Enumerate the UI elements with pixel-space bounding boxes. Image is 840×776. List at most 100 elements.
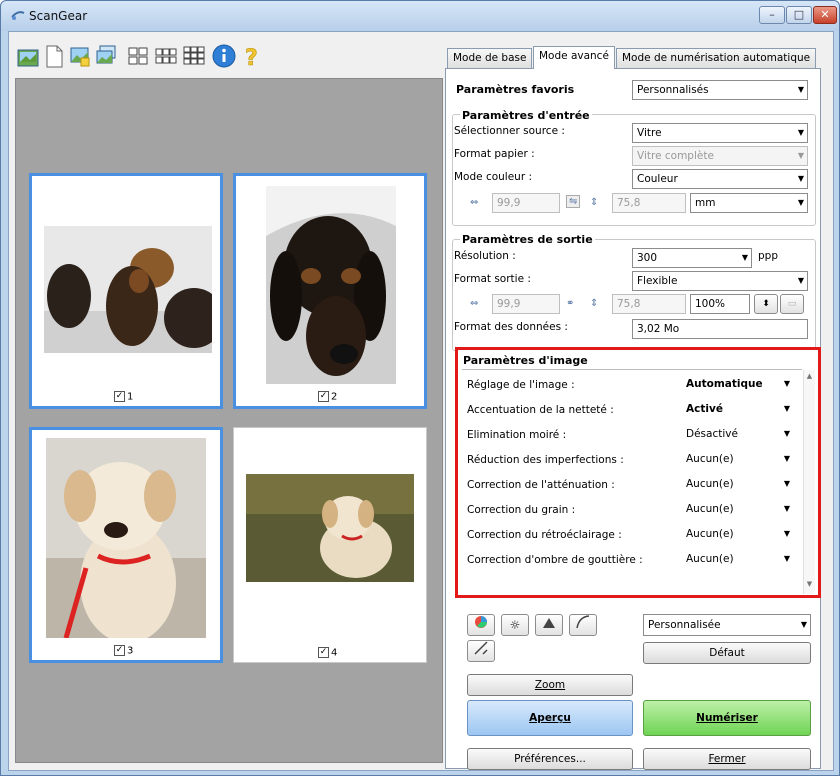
preview-button[interactable]: Aperçu xyxy=(467,700,633,736)
scanner-icon xyxy=(11,11,25,20)
unit-select[interactable]: mm ▼ xyxy=(690,193,808,213)
data-size-value: 3,02 Mo xyxy=(632,319,808,339)
image-setting-row: Correction du grain : Aucun(e) ▼ xyxy=(458,499,803,521)
color-balance-button[interactable] xyxy=(467,614,495,636)
minimize-button[interactable]: – xyxy=(759,6,785,24)
close-button[interactable]: Fermer xyxy=(643,748,811,770)
image-setting-row: Correction de l'atténuation : Aucun(e) ▼ xyxy=(458,474,803,496)
image-setting-value: Désactivé xyxy=(686,428,738,440)
image-setting-row: Réglage de l'image : Automatique ▼ xyxy=(458,374,803,396)
image-setting-select[interactable]: Aucun(e) ▼ xyxy=(681,474,794,494)
thumbnail-2-checkbox[interactable]: ✓ 2 xyxy=(318,390,337,402)
image-setting-select[interactable]: Aucun(e) ▼ xyxy=(681,549,794,569)
thumbnail-3-checkbox[interactable]: ✓ 3 xyxy=(114,644,133,656)
multi-image-icon[interactable] xyxy=(95,42,117,70)
link-icon[interactable]: ⚭ xyxy=(566,298,574,309)
paper-size-select[interactable]: Vitre complète ▼ xyxy=(632,146,808,166)
scan-icon[interactable] xyxy=(17,42,39,70)
scale-stepper[interactable]: ⬍ xyxy=(754,294,778,314)
data-size-label: Format des données : xyxy=(454,321,568,333)
tab-basic-mode[interactable]: Mode de base xyxy=(447,48,533,68)
image-setting-row: Accentuation de la netteté : Activé ▼ xyxy=(458,399,803,421)
tone-preset-select[interactable]: Personnalisée ▼ xyxy=(643,614,811,636)
thumbnail-4[interactable]: ✓ 4 xyxy=(233,427,427,663)
output-width-icon: ⇔ xyxy=(470,298,479,309)
image-setting-value: Aucun(e) xyxy=(686,503,734,515)
image-setting-label: Réglage de l'image : xyxy=(467,379,575,391)
color-mode-select[interactable]: Couleur ▼ xyxy=(632,169,808,189)
preview-area[interactable]: ✓ 1 ✓ 2 ✓ 3 ✓ 4 xyxy=(15,78,443,763)
tone-curve-button[interactable] xyxy=(569,614,597,636)
threshold-button[interactable] xyxy=(467,640,495,662)
thumbnails-9-icon[interactable] xyxy=(183,42,205,70)
preferences-button[interactable]: Préférences... xyxy=(467,748,633,770)
photo-labrador-grass xyxy=(246,474,414,582)
histogram-button[interactable] xyxy=(535,614,563,636)
output-options-icon[interactable]: ▭ xyxy=(780,294,804,314)
chevron-down-icon: ▼ xyxy=(783,379,790,388)
image-setting-value: Aucun(e) xyxy=(686,553,734,565)
favorites-select[interactable]: Personnalisés ▼ xyxy=(632,80,808,100)
output-size-select[interactable]: Flexible ▼ xyxy=(632,271,808,291)
maximize-button[interactable]: □ xyxy=(786,6,812,24)
close-window-button[interactable]: ✕ xyxy=(813,6,837,24)
source-select[interactable]: Vitre ▼ xyxy=(632,123,808,143)
title-bar[interactable]: ScanGear – □ ✕ xyxy=(1,1,839,31)
image-setting-select[interactable]: Aucun(e) ▼ xyxy=(681,499,794,519)
image-setting-label: Correction du rétroéclairage : xyxy=(467,529,622,541)
source-label: Sélectionner source : xyxy=(454,125,565,137)
image-setting-row: Correction d'ombre de gouttière : Aucun(e… xyxy=(458,549,803,571)
image-setting-select[interactable]: Aucun(e) ▼ xyxy=(681,524,794,544)
input-settings-title: Paramètres d'entrée xyxy=(460,109,592,122)
output-size-label: Format sortie : xyxy=(454,273,531,285)
thumbnail-1[interactable]: ✓ 1 xyxy=(29,173,223,409)
output-height-field[interactable]: 75,8 xyxy=(612,294,686,314)
histogram-icon xyxy=(543,618,555,628)
thumbnail-4-checkbox[interactable]: ✓ 4 xyxy=(318,646,337,658)
image-setting-label: Correction d'ombre de gouttière : xyxy=(467,554,643,566)
zoom-button[interactable]: Zoom xyxy=(467,674,633,696)
svg-text:?: ? xyxy=(245,46,258,70)
input-height-field[interactable]: 75,8 xyxy=(612,193,686,213)
image-setting-row: Correction du rétroéclairage : Aucun(e) ▼ xyxy=(458,524,803,546)
image-settings-title: Paramètres d'image xyxy=(463,354,588,367)
thumbnail-3[interactable]: ✓ 3 xyxy=(29,427,223,663)
info-icon[interactable] xyxy=(211,42,237,70)
height-icon: ⇕ xyxy=(590,197,599,208)
tone-curve-icon xyxy=(576,615,590,629)
app-window: ScanGear – □ ✕ ? ✓ 1 ✓ 2 ✓ 3 ✓ 4 Mode de… xyxy=(0,0,840,776)
image-setting-value: Activé xyxy=(686,403,723,415)
image-settings-scrollbar[interactable]: ▲ ▼ xyxy=(803,370,815,594)
output-settings-title: Paramètres de sortie xyxy=(460,233,595,246)
image-settings-box: Paramètres d'image Réglage de l'image : A… xyxy=(455,347,821,598)
image-setting-select[interactable]: Aucun(e) ▼ xyxy=(681,449,794,469)
thumbnails-6-icon[interactable] xyxy=(155,42,177,70)
scale-field[interactable]: 100% xyxy=(690,294,750,314)
image-setting-select[interactable]: Automatique ▼ xyxy=(681,374,794,394)
image-icon[interactable] xyxy=(69,42,91,70)
lock-ratio-icon[interactable]: ⇋ xyxy=(566,195,581,208)
photo-dachshund xyxy=(266,186,396,384)
thumbnail-2[interactable]: ✓ 2 xyxy=(233,173,427,409)
thumbnail-1-checkbox[interactable]: ✓ 1 xyxy=(114,390,133,402)
resolution-label: Résolution : xyxy=(454,250,516,262)
image-setting-select[interactable]: Activé ▼ xyxy=(681,399,794,419)
brightness-button[interactable]: ☼ xyxy=(501,614,529,636)
image-setting-select[interactable]: Désactivé ▼ xyxy=(681,424,794,444)
default-button[interactable]: Défaut xyxy=(643,642,811,664)
window-title: ScanGear xyxy=(29,9,88,23)
chevron-down-icon: ▼ xyxy=(783,554,790,563)
resolution-select[interactable]: 300 ▼ xyxy=(632,248,752,268)
output-width-field[interactable]: 99,9 xyxy=(492,294,560,314)
input-width-field[interactable]: 99,9 xyxy=(492,193,560,213)
image-setting-value: Aucun(e) xyxy=(686,528,734,540)
tab-auto-scan-mode[interactable]: Mode de numérisation automatique xyxy=(616,48,817,68)
width-icon: ⇔ xyxy=(470,197,479,208)
blank-page-icon[interactable] xyxy=(43,42,65,70)
help-icon[interactable]: ? xyxy=(241,42,263,70)
scan-button[interactable]: Numériser xyxy=(643,700,811,736)
tab-advanced-mode[interactable]: Mode avancé xyxy=(533,46,615,69)
chevron-down-icon: ▼ xyxy=(783,404,790,413)
thumbnails-4-icon[interactable] xyxy=(127,42,149,70)
image-setting-label: Correction de l'atténuation : xyxy=(467,479,615,491)
